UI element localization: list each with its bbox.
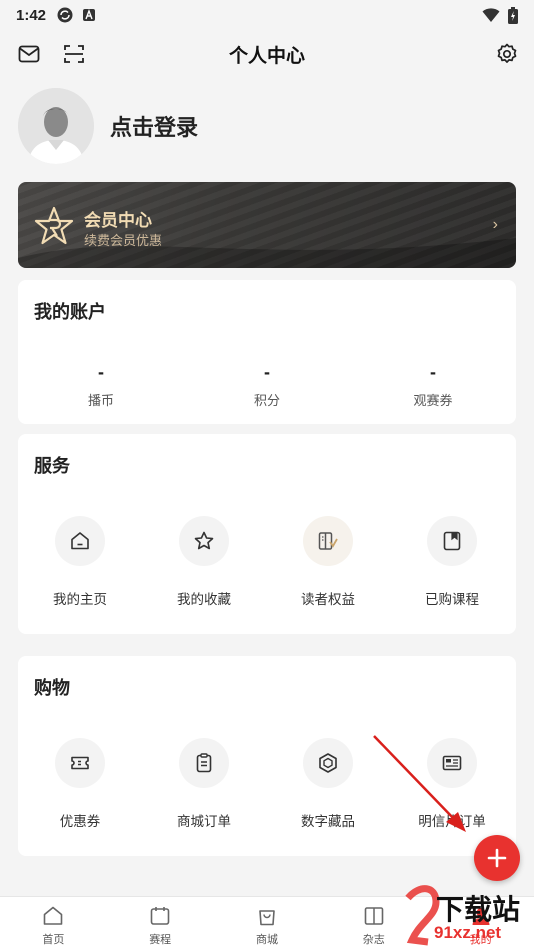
- settings-gear-icon[interactable]: [495, 42, 519, 66]
- tickets-label: 观赛券: [413, 393, 453, 408]
- services-title: 服务: [34, 456, 70, 476]
- tab-label: 首页: [42, 934, 65, 946]
- login-prompt[interactable]: 点击登录: [110, 110, 198, 142]
- vip-center-banner[interactable]: 会员中心 续费会员优惠 ›: [18, 182, 516, 268]
- account-title: 我的账户: [34, 302, 106, 322]
- coins-value: -: [98, 362, 104, 382]
- service-purchased-courses[interactable]: 已购课程: [390, 516, 514, 608]
- service-label: 已购课程: [425, 592, 479, 607]
- vip-title: 会员中心: [84, 211, 152, 230]
- shop-mall-orders[interactable]: 商城订单: [142, 738, 266, 830]
- bag-icon: [259, 910, 275, 926]
- status-bar: 1:42: [0, 0, 534, 30]
- coupon-icon: [71, 756, 89, 770]
- service-label: 我的收藏: [177, 592, 231, 607]
- shop-postcard-orders[interactable]: 明信片订单: [390, 738, 514, 830]
- reader-benefit-icon: [318, 532, 338, 550]
- shop-coupons[interactable]: 优惠券: [18, 738, 142, 830]
- top-header: 个人中心: [0, 34, 534, 74]
- coins-label: 播币: [87, 393, 114, 408]
- profile-login-area[interactable]: 点击登录: [18, 88, 198, 164]
- battery-icon: [508, 6, 518, 24]
- tab-label: 商城: [255, 934, 278, 946]
- plus-icon: [487, 848, 507, 868]
- watermark-text: 下载站: [436, 894, 521, 925]
- service-my-favorites[interactable]: 我的收藏: [142, 516, 266, 608]
- service-my-homepage[interactable]: 我的主页: [18, 516, 142, 608]
- sync-icon: [57, 7, 73, 23]
- watermark-url: 91xz.net: [434, 923, 502, 942]
- page-title: 个人中心: [228, 45, 305, 67]
- points-label: 积分: [253, 393, 280, 408]
- wifi-icon: [482, 8, 500, 22]
- shop-label: 优惠券: [59, 814, 101, 829]
- avatar[interactable]: [18, 88, 94, 164]
- account-item-tickets[interactable]: - 观赛券: [350, 362, 516, 409]
- clipboard-icon: [196, 753, 212, 773]
- home-icon: [44, 906, 63, 925]
- tab-schedule[interactable]: 赛程: [107, 897, 214, 950]
- star-icon: [194, 531, 214, 550]
- account-item-coins[interactable]: - 播币: [18, 362, 184, 409]
- points-value: -: [264, 362, 270, 382]
- tickets-value: -: [430, 362, 436, 382]
- status-time: 1:42: [16, 6, 47, 24]
- tab-label: 赛程: [149, 934, 172, 946]
- tab-home[interactable]: 首页: [0, 897, 107, 950]
- cube-icon: [319, 753, 337, 773]
- shopping-card: 购物 优惠券 商城订单 数字藏品 明信片订单: [18, 656, 516, 856]
- shopping-title: 购物: [34, 678, 70, 698]
- scan-icon[interactable]: [62, 42, 86, 66]
- tab-mall[interactable]: 商城: [214, 897, 321, 950]
- floating-add-button[interactable]: [474, 835, 520, 881]
- magazine-icon: [364, 907, 384, 925]
- home-icon: [71, 532, 89, 550]
- mail-icon[interactable]: [17, 42, 41, 66]
- shop-digital-collectibles[interactable]: 数字藏品: [266, 738, 390, 830]
- postcard-icon: [442, 755, 462, 771]
- shop-label: 明信片订单: [418, 814, 486, 829]
- service-label: 读者权益: [301, 592, 355, 607]
- calendar-icon: [150, 907, 170, 925]
- vip-star-icon: [34, 206, 74, 245]
- service-label: 我的主页: [53, 592, 107, 607]
- service-reader-benefits[interactable]: 读者权益: [266, 516, 390, 608]
- chevron-right-icon: ›: [492, 216, 498, 233]
- shop-label: 商城订单: [177, 814, 231, 829]
- account-item-points[interactable]: - 积分: [184, 362, 350, 409]
- default-avatar-icon: [18, 88, 94, 164]
- app-a-icon: [83, 9, 96, 21]
- tab-label: 杂志: [362, 934, 385, 946]
- account-card: 我的账户 - 播币 - 积分 - 观赛券: [18, 280, 516, 424]
- vip-subtitle: 续费会员优惠: [84, 233, 163, 248]
- course-icon: [443, 531, 461, 551]
- shop-label: 数字藏品: [301, 814, 355, 829]
- services-card: 服务 我的主页 我的收藏 读者权益 已购课程: [18, 434, 516, 634]
